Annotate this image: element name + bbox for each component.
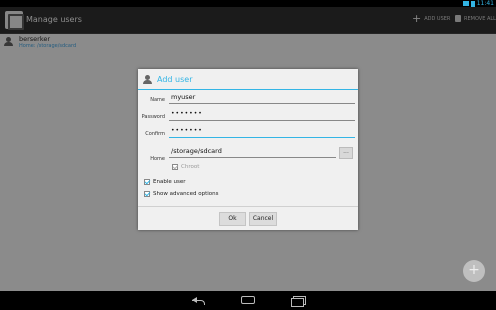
dialog-footer: Ok Cancel bbox=[138, 206, 358, 230]
status-bar: 11:41 bbox=[0, 0, 496, 7]
dialog-header: Add user bbox=[138, 69, 358, 90]
checkbox-icon[interactable] bbox=[144, 191, 150, 197]
browse-button[interactable]: ... bbox=[339, 147, 353, 159]
add-user-dialog: Add user Name myuser Password ••••••• Co… bbox=[138, 69, 358, 230]
battery-icon bbox=[470, 0, 475, 7]
show-advanced-label: Show advanced options bbox=[153, 191, 219, 197]
recents-icon[interactable] bbox=[291, 296, 306, 307]
password-label: Password bbox=[141, 114, 165, 120]
enable-user-checkbox[interactable]: Enable user bbox=[144, 179, 185, 185]
chroot-checkbox: Chroot bbox=[172, 164, 199, 170]
confirm-label: Confirm bbox=[145, 131, 165, 137]
wifi-icon bbox=[462, 1, 469, 6]
status-icons: 11:41 bbox=[462, 0, 494, 7]
chroot-label: Chroot bbox=[181, 164, 200, 170]
cancel-button[interactable]: Cancel bbox=[249, 212, 277, 226]
navigation-bar bbox=[0, 291, 496, 310]
back-icon[interactable] bbox=[192, 296, 206, 305]
dialog-title: Add user bbox=[157, 75, 193, 84]
show-advanced-checkbox[interactable]: Show advanced options bbox=[144, 191, 218, 197]
name-field[interactable]: myuser bbox=[169, 93, 355, 104]
home-field[interactable]: /storage/sdcard bbox=[169, 147, 336, 158]
status-time: 11:41 bbox=[476, 0, 494, 7]
checkbox-icon[interactable] bbox=[144, 179, 150, 185]
enable-user-label: Enable user bbox=[153, 179, 186, 185]
confirm-password-field[interactable]: ••••••• bbox=[169, 127, 355, 138]
name-label: Name bbox=[150, 97, 165, 103]
home-icon[interactable] bbox=[241, 296, 255, 304]
home-label: Home bbox=[150, 156, 165, 162]
checkbox-icon bbox=[172, 164, 178, 170]
password-field[interactable]: ••••••• bbox=[169, 110, 355, 121]
add-fab-button[interactable]: + bbox=[463, 260, 485, 282]
ok-button[interactable]: Ok bbox=[219, 212, 246, 226]
user-icon bbox=[143, 75, 152, 84]
